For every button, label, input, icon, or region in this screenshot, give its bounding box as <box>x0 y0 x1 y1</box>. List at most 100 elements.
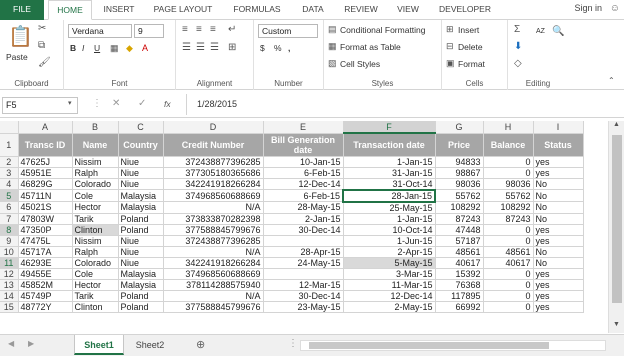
table-cell[interactable]: 49455E <box>18 268 73 280</box>
table-cell[interactable]: 46293E <box>18 257 73 269</box>
table-cell[interactable]: 45749P <box>18 290 73 302</box>
clear-icon[interactable]: ◇ <box>514 58 522 69</box>
prev-sheet-icon[interactable]: ◀ <box>8 339 14 348</box>
wrap-text-icon[interactable]: ↵ <box>228 24 236 35</box>
column-header-a[interactable]: A <box>18 121 73 134</box>
table-cell[interactable]: 45021S <box>18 201 73 214</box>
name-box[interactable]: F5 <box>2 97 78 114</box>
table-cell[interactable]: 0 <box>483 235 534 247</box>
table-cell[interactable]: 0 <box>483 279 534 291</box>
table-cell[interactable]: Colorado <box>72 178 119 190</box>
sheet-tab-sheet1[interactable]: Sheet1 <box>74 335 124 355</box>
table-cell[interactable]: 372438877396285 <box>163 235 264 247</box>
conditional-formatting-button[interactable]: Conditional Formatting <box>340 25 426 35</box>
header-cell[interactable]: Name <box>72 133 119 157</box>
table-cell[interactable]: Tarik <box>72 213 119 225</box>
merge-icon[interactable]: ⊞ <box>228 42 236 53</box>
scroll-up-icon[interactable]: ▲ <box>613 121 620 128</box>
row-header-3[interactable]: 3 <box>0 167 19 179</box>
align-top-icon[interactable]: ≡ <box>182 24 188 35</box>
tab-insert[interactable]: INSERT <box>96 0 142 20</box>
table-cell[interactable]: 12-Mar-15 <box>263 279 344 291</box>
vertical-scroll-thumb[interactable] <box>612 135 622 303</box>
table-cell[interactable]: 342241918266284 <box>163 257 264 269</box>
row-header-10[interactable]: 10 <box>0 246 19 258</box>
align-center-icon[interactable]: ☰ <box>196 42 205 53</box>
row-header-15[interactable]: 15 <box>0 301 19 313</box>
table-cell[interactable]: Malaysia <box>118 201 164 214</box>
row-header-2[interactable]: 2 <box>0 156 19 168</box>
table-cell[interactable]: 40617 <box>435 257 484 269</box>
cell-styles-icon[interactable]: ▧ <box>328 58 337 69</box>
table-cell[interactable]: 31-Oct-14 <box>343 178 436 190</box>
table-cell[interactable]: No <box>533 178 584 190</box>
table-cell[interactable]: 24-May-15 <box>263 257 344 269</box>
table-cell[interactable]: 15392 <box>435 268 484 280</box>
row-header-13[interactable]: 13 <box>0 279 19 291</box>
column-header-h[interactable]: H <box>483 121 534 134</box>
table-cell[interactable]: 47448 <box>435 224 484 236</box>
table-cell[interactable]: 48772Y <box>18 301 73 313</box>
align-left-icon[interactable]: ☰ <box>182 42 191 53</box>
table-cell[interactable]: Nissim <box>72 156 119 168</box>
bold-button[interactable]: B <box>70 43 76 53</box>
column-header-i[interactable]: I <box>533 121 584 134</box>
formula-input-area[interactable]: 1/28/2015 <box>186 94 622 115</box>
table-cell[interactable]: 2-Apr-15 <box>343 246 436 258</box>
tab-page-layout[interactable]: PAGE LAYOUT <box>148 0 218 20</box>
table-cell[interactable]: 0 <box>483 224 534 236</box>
table-cell[interactable]: N/A <box>163 246 264 258</box>
table-cell[interactable]: 377588845799676 <box>163 224 264 236</box>
table-cell[interactable]: 374968560688669 <box>163 189 264 202</box>
table-cell[interactable]: Ralph <box>72 167 119 179</box>
table-cell[interactable]: 28-Jan-15 <box>342 188 436 203</box>
header-cell[interactable]: Status <box>533 133 584 157</box>
table-cell[interactable]: 45717A <box>18 246 73 258</box>
table-cell[interactable]: yes <box>533 268 584 280</box>
header-cell[interactable]: Transaction date <box>343 133 436 157</box>
align-bottom-icon[interactable]: ≡ <box>210 24 216 35</box>
table-cell[interactable]: 374968560688669 <box>163 268 264 280</box>
table-cell[interactable]: 28-Apr-15 <box>263 246 344 258</box>
header-cell[interactable]: Country <box>118 133 164 157</box>
table-cell[interactable]: 377305180365686 <box>163 167 264 179</box>
row-header-5[interactable]: 5 <box>0 189 19 202</box>
table-cell[interactable]: yes <box>533 167 584 179</box>
row-header-11[interactable]: 11 <box>0 257 19 269</box>
table-cell[interactable]: yes <box>533 279 584 291</box>
table-cell[interactable]: yes <box>533 290 584 302</box>
column-header-g[interactable]: G <box>435 121 484 134</box>
table-cell[interactable]: N/A <box>163 201 264 214</box>
table-cell[interactable]: 1-Jan-15 <box>343 213 436 225</box>
horizontal-scroll-thumb[interactable] <box>309 342 549 349</box>
tab-formulas[interactable]: FORMULAS <box>226 0 288 20</box>
table-cell[interactable]: 66992 <box>435 301 484 313</box>
tab-home[interactable]: HOME <box>48 0 92 20</box>
row-header-12[interactable]: 12 <box>0 268 19 280</box>
conditional-formatting-icon[interactable]: ▤ <box>328 24 337 35</box>
table-cell[interactable]: 3-Mar-15 <box>343 268 436 280</box>
header-cell[interactable]: Transc ID <box>18 133 73 157</box>
column-header-b[interactable]: B <box>72 121 119 134</box>
tab-data[interactable]: DATA <box>294 0 332 20</box>
table-cell[interactable]: 94833 <box>435 156 484 168</box>
next-sheet-icon[interactable]: ▶ <box>28 339 34 348</box>
table-cell[interactable]: Niue <box>118 257 164 269</box>
table-cell[interactable]: 0 <box>483 301 534 313</box>
percent-button[interactable]: % <box>274 43 282 53</box>
table-cell[interactable]: Niue <box>118 246 164 258</box>
table-cell[interactable]: Poland <box>118 290 164 302</box>
table-cell[interactable]: 47475L <box>18 235 73 247</box>
table-cell[interactable]: 45951E <box>18 167 73 179</box>
table-cell[interactable]: yes <box>533 156 584 168</box>
delete-button[interactable]: Delete <box>458 42 483 52</box>
table-cell[interactable]: Cole <box>72 189 119 202</box>
column-header-e[interactable]: E <box>263 121 344 134</box>
table-cell[interactable]: 0 <box>483 268 534 280</box>
table-cell[interactable]: 48561 <box>483 246 534 258</box>
table-cell[interactable]: 30-Dec-14 <box>263 290 344 302</box>
table-cell[interactable]: 98036 <box>435 178 484 190</box>
cancel-icon[interactable]: ✕ <box>112 98 120 109</box>
table-cell[interactable]: 30-Dec-14 <box>263 224 344 236</box>
cut-icon[interactable]: ✂ <box>38 23 46 34</box>
